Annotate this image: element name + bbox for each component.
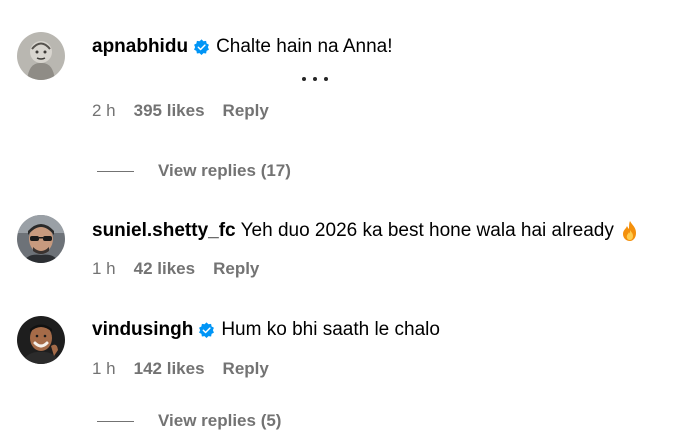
- likes-count[interactable]: 142 likes: [134, 358, 205, 380]
- divider: [97, 170, 134, 172]
- avatar[interactable]: [17, 316, 65, 364]
- more-options-icon[interactable]: [302, 70, 328, 88]
- comment-line: apnabhidu Chalte hain na Anna!: [92, 35, 392, 59]
- comment-time[interactable]: 2 h: [92, 100, 116, 122]
- username[interactable]: apnabhidu: [92, 35, 188, 59]
- divider: [97, 420, 134, 422]
- comment-meta: 1 h 142 likes Reply: [92, 358, 269, 380]
- username[interactable]: vindusingh: [92, 318, 193, 342]
- likes-count[interactable]: 395 likes: [134, 100, 205, 122]
- comment-time[interactable]: 1 h: [92, 258, 116, 280]
- fire-icon: [622, 221, 636, 241]
- avatar[interactable]: [17, 32, 65, 80]
- reply-button[interactable]: Reply: [223, 100, 269, 122]
- view-replies-button[interactable]: View replies (17): [97, 160, 291, 182]
- comment-item: apnabhidu Chalte hain na Anna! 2 h 395 l…: [0, 0, 691, 120]
- reply-button[interactable]: Reply: [213, 258, 259, 280]
- comment-meta: 1 h 42 likes Reply: [92, 258, 259, 280]
- comment-line: suniel.shetty_fc Yeh duo 2026 ka best ho…: [92, 219, 640, 243]
- comment-text: Hum ko bhi saath le chalo: [221, 319, 440, 340]
- comment-line: vindusingh Hum ko bhi saath le chalo: [92, 318, 440, 342]
- reply-button[interactable]: Reply: [223, 358, 269, 380]
- verified-badge-icon: [199, 321, 215, 338]
- comment-time[interactable]: 1 h: [92, 358, 116, 380]
- view-replies-label: View replies (17): [158, 161, 291, 180]
- comment-meta: 2 h 395 likes Reply: [92, 100, 269, 122]
- username[interactable]: suniel.shetty_fc: [92, 219, 236, 243]
- photo-avatar-man-smiling-icon: [17, 316, 65, 364]
- comment-text: Chalte hain na Anna!: [216, 36, 393, 57]
- likes-count[interactable]: 42 likes: [134, 258, 195, 280]
- comment-text: Yeh duo 2026 ka best hone wala hai alrea…: [240, 220, 614, 241]
- view-replies-label: View replies (5): [158, 411, 282, 430]
- view-replies-button[interactable]: View replies (5): [97, 410, 281, 432]
- photo-avatar-man-sunglasses-icon: [17, 215, 65, 263]
- avatar[interactable]: [17, 215, 65, 263]
- sketch-portrait-avatar-icon: [17, 32, 65, 80]
- verified-badge-icon: [194, 38, 209, 55]
